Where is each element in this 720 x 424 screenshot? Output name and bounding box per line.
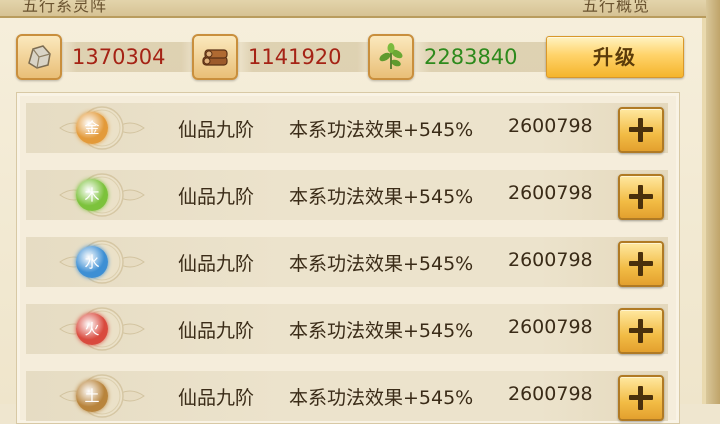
element-effect: 本系功法效果+545% — [289, 387, 474, 409]
window-side-edge — [706, 0, 720, 404]
element-row-3: 水 仙品九阶 本系功法效果+545% 2600798 — [26, 237, 668, 287]
resource-ore-value: 1370304 — [72, 45, 166, 69]
element-rank: 仙品九阶 — [178, 387, 255, 409]
herb-leaf-icon[interactable] — [368, 34, 414, 80]
element-effect: 本系功法效果+545% — [289, 119, 474, 141]
add-upgrade-button[interactable] — [618, 174, 664, 220]
element-row-4: 火 仙品九阶 本系功法效果+545% 2600798 — [26, 304, 668, 354]
title-bar: 五行系灵阵 五行概览 — [0, 0, 706, 18]
element-row-1: 金 仙品九阶 本系功法效果+545% 2600798 — [26, 103, 668, 153]
add-upgrade-button[interactable] — [618, 375, 664, 421]
element-cost: 2600798 — [508, 316, 593, 338]
element-char-icon: 土 — [76, 380, 108, 412]
resource-herb-value: 2283840 — [424, 45, 518, 69]
element-char-icon: 火 — [76, 313, 108, 345]
element-cost: 2600798 — [508, 383, 593, 405]
element-cost: 2600798 — [508, 115, 593, 137]
element-rank: 仙品九阶 — [178, 320, 255, 342]
title-left: 五行系灵阵 — [22, 0, 108, 15]
wood-logs-icon[interactable] — [192, 34, 238, 80]
element-effect: 本系功法效果+545% — [289, 253, 474, 275]
title-right[interactable]: 五行概览 — [582, 0, 650, 16]
element-rank: 仙品九阶 — [178, 119, 255, 141]
add-upgrade-button[interactable] — [618, 241, 664, 287]
add-upgrade-button[interactable] — [618, 308, 664, 354]
resource-wood-value: 1141920 — [248, 45, 342, 69]
element-row-2: 木 仙品九阶 本系功法效果+545% 2600798 — [26, 170, 668, 220]
add-upgrade-button[interactable] — [618, 107, 664, 153]
ore-stone-icon[interactable] — [16, 34, 62, 80]
element-char-icon: 水 — [76, 246, 108, 278]
element-effect: 本系功法效果+545% — [289, 320, 474, 342]
element-char-icon: 木 — [76, 179, 108, 211]
element-cost: 2600798 — [508, 249, 593, 271]
element-char-icon: 金 — [76, 112, 108, 144]
element-cost: 2600798 — [508, 182, 593, 204]
element-rank: 仙品九阶 — [178, 186, 255, 208]
upgrade-button[interactable]: 升级 — [546, 36, 684, 78]
element-row-5: 土 仙品九阶 本系功法效果+545% 2600798 — [26, 371, 668, 421]
element-effect: 本系功法效果+545% — [289, 186, 474, 208]
element-rank: 仙品九阶 — [178, 253, 255, 275]
